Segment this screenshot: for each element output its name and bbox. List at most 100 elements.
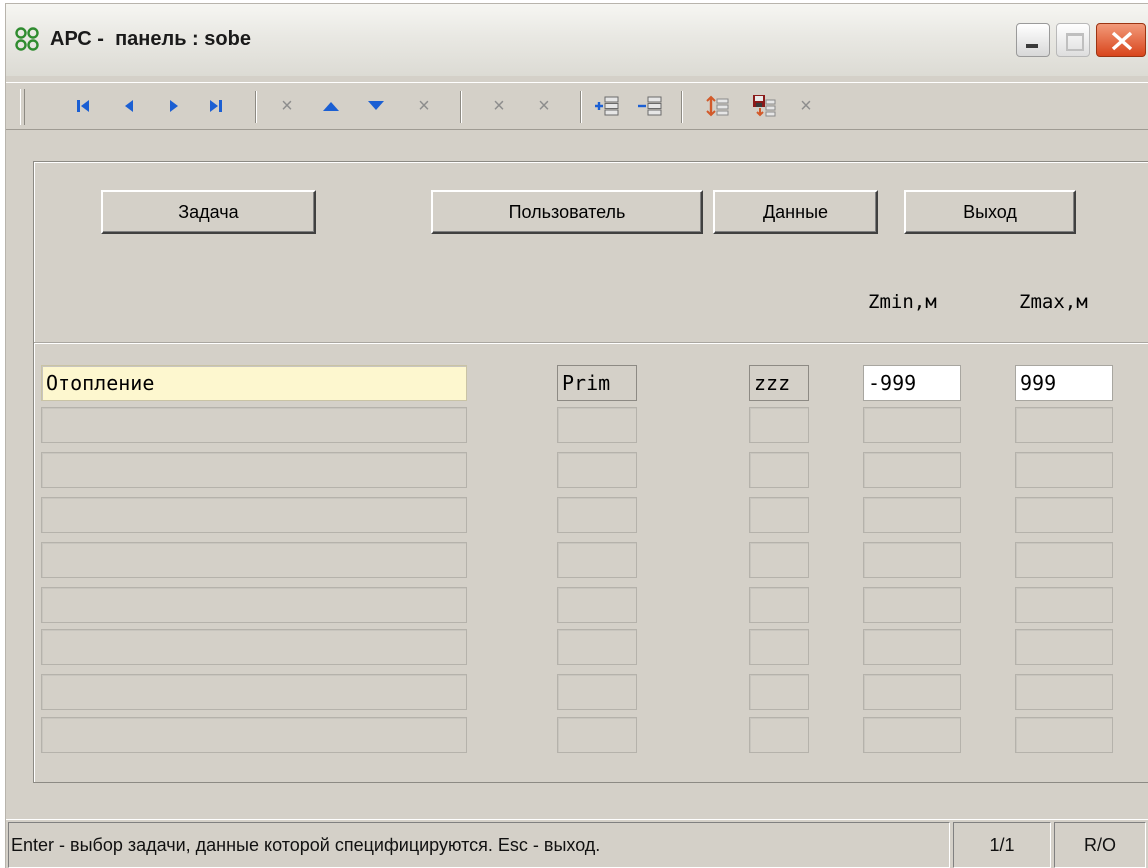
delete-icon: ×: [538, 95, 550, 117]
zmax-field[interactable]: [1015, 674, 1113, 710]
status-message: Enter - выбор задачи, данные которой спе…: [8, 822, 950, 868]
move-down-button[interactable]: [363, 93, 389, 119]
clear-button[interactable]: ×: [411, 93, 437, 119]
toolbar-separator: [580, 91, 582, 123]
task-button-label: Задача: [178, 201, 239, 222]
first-record-button[interactable]: [70, 93, 96, 119]
task-name-field[interactable]: [41, 587, 467, 623]
minimize-button[interactable]: [1016, 23, 1050, 57]
task-name-field[interactable]: [41, 674, 467, 710]
zmin-field[interactable]: [863, 674, 961, 710]
zmin-field[interactable]: -999: [863, 365, 961, 401]
code-field[interactable]: [749, 497, 809, 533]
toolbar-grip[interactable]: [20, 89, 25, 125]
zmin-field[interactable]: [863, 497, 961, 533]
task-button[interactable]: Задача: [101, 190, 316, 234]
cut-button[interactable]: ×: [486, 93, 512, 119]
code-field[interactable]: [749, 587, 809, 623]
zmax-field[interactable]: [1015, 629, 1113, 665]
save-button[interactable]: [751, 93, 777, 119]
next-record-button[interactable]: [161, 93, 187, 119]
title-panel: панель : sobe: [115, 28, 251, 50]
code-field[interactable]: [749, 717, 809, 753]
code-field[interactable]: [749, 674, 809, 710]
delete-icon: ×: [418, 95, 430, 117]
panel-divider: [34, 342, 1148, 344]
delete-icon: ×: [281, 95, 293, 117]
next-record-icon: [170, 100, 178, 112]
window-title: АРС - панель : sobe: [50, 28, 251, 51]
code-field[interactable]: [749, 629, 809, 665]
task-name-field[interactable]: Отопление: [41, 365, 467, 401]
user-button[interactable]: Пользователь: [431, 190, 703, 234]
zmin-field[interactable]: [863, 629, 961, 665]
task-name-field[interactable]: [41, 407, 467, 443]
zmax-field[interactable]: [1015, 407, 1113, 443]
code-field[interactable]: [749, 542, 809, 578]
prim-field[interactable]: [557, 497, 637, 533]
exit-button[interactable]: Выход: [904, 190, 1076, 234]
last-record-icon: [210, 100, 222, 112]
prev-record-button[interactable]: [116, 93, 142, 119]
mode-indicator: R/O: [1054, 822, 1146, 868]
code-field[interactable]: zzz: [749, 365, 809, 401]
prim-field[interactable]: [557, 587, 637, 623]
prim-field[interactable]: [557, 674, 637, 710]
move-up-button[interactable]: [318, 93, 344, 119]
zmax-field[interactable]: [1015, 587, 1113, 623]
zmax-field[interactable]: [1015, 717, 1113, 753]
move-down-icon: [368, 101, 384, 110]
code-field[interactable]: [749, 407, 809, 443]
delete-button[interactable]: ×: [274, 93, 300, 119]
record-counter: 1/1: [953, 822, 1051, 868]
task-name-field[interactable]: [41, 629, 467, 665]
paste-button[interactable]: ×: [531, 93, 557, 119]
add-row-button[interactable]: [594, 93, 620, 119]
prim-field[interactable]: [557, 629, 637, 665]
user-button-label: Пользователь: [508, 201, 626, 222]
maximize-button: [1056, 23, 1090, 57]
title-bar[interactable]: АРС - панель : sobe: [6, 4, 1148, 76]
close-button[interactable]: [1096, 23, 1146, 57]
prim-field[interactable]: [557, 717, 637, 753]
prim-field[interactable]: Prim: [557, 365, 637, 401]
status-bar: Enter - выбор задачи, данные которой спе…: [6, 819, 1148, 868]
exit-button-label: Выход: [963, 201, 1017, 222]
zmin-field[interactable]: [863, 452, 961, 488]
title-app: АРС -: [50, 28, 104, 50]
data-button[interactable]: Данные: [713, 190, 878, 234]
toolbar-separator: [460, 91, 462, 123]
task-name-field[interactable]: [41, 452, 467, 488]
swap-icon: [706, 95, 729, 117]
delete-icon: ×: [800, 95, 812, 117]
prim-field[interactable]: [557, 452, 637, 488]
toolbar: × × × × ×: [6, 82, 1148, 130]
last-record-button[interactable]: [203, 93, 229, 119]
code-field[interactable]: [749, 452, 809, 488]
toolbar-separator: [255, 91, 257, 123]
zmin-field[interactable]: [863, 717, 961, 753]
remove-row-button[interactable]: [637, 93, 663, 119]
prim-field[interactable]: [557, 542, 637, 578]
prev-record-icon: [125, 100, 133, 112]
zmin-field[interactable]: [863, 407, 961, 443]
delete-icon: ×: [493, 95, 505, 117]
task-name-field[interactable]: [41, 497, 467, 533]
app-icon: [15, 27, 39, 51]
zmax-field[interactable]: [1015, 542, 1113, 578]
prim-field[interactable]: [557, 407, 637, 443]
task-name-field[interactable]: [41, 717, 467, 753]
first-record-icon: [77, 100, 89, 112]
zmin-field[interactable]: [863, 542, 961, 578]
zmax-field[interactable]: [1015, 497, 1113, 533]
data-button-label: Данные: [762, 201, 829, 222]
cancel-button[interactable]: ×: [793, 93, 819, 119]
swap-button[interactable]: [705, 93, 731, 119]
task-name-field[interactable]: [41, 542, 467, 578]
zmax-field[interactable]: [1015, 452, 1113, 488]
zmin-field[interactable]: [863, 587, 961, 623]
app-window: АРС - панель : sobe × × × × × Задача Пол…: [5, 3, 1148, 868]
zmax-field[interactable]: 999: [1015, 365, 1113, 401]
remove-row-icon: [638, 96, 662, 116]
column-header-zmax: Zmax,м: [1019, 291, 1088, 313]
